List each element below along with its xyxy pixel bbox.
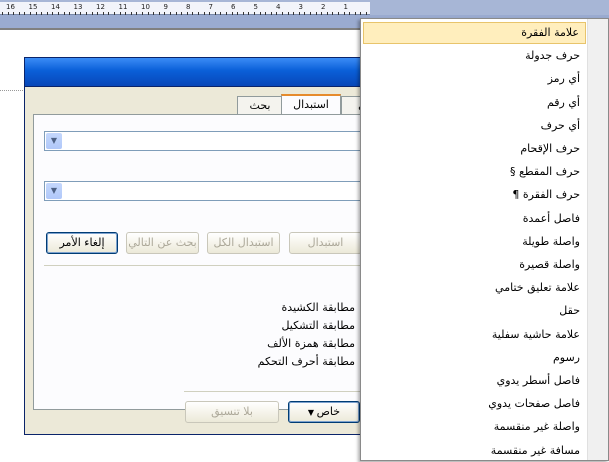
find-next-button[interactable]: بحث عن التالي — [126, 232, 199, 254]
options-separator — [44, 265, 374, 266]
menu-item[interactable]: أي رمز — [363, 68, 586, 90]
menu-item[interactable]: رسوم — [363, 347, 586, 369]
ruler-number: 8 — [186, 3, 191, 11]
menu-item[interactable]: حرف جدولة — [363, 45, 586, 67]
ruler-strip: 16 15 14 13 12 11 10 9 8 7 6 5 4 3 2 1 — [0, 2, 370, 15]
replace-button[interactable]: استبدال — [289, 232, 362, 254]
dialog-titlebar[interactable] — [25, 58, 383, 87]
menu-item[interactable]: فاصل أسطر يدوي — [363, 370, 586, 392]
ruler-number: 12 — [96, 3, 105, 11]
no-formatting-button[interactable]: بلا تنسيق — [185, 401, 279, 423]
menu-item[interactable]: أي رقم — [363, 92, 586, 114]
menu-item[interactable]: § حرف المقطع — [363, 161, 586, 183]
checkbox-label: مطابقة أحرف التحكم — [257, 354, 355, 368]
match-control-chars-checkbox[interactable]: مطابقة أحرف التحكم — [258, 353, 374, 369]
menu-item[interactable]: واصلة قصيرة — [363, 254, 586, 276]
match-alef-hamza-checkbox[interactable]: مطابقة همزة الألف — [267, 335, 374, 351]
replace-all-button[interactable]: استبدال الكل — [207, 232, 280, 254]
ruler-number: 5 — [253, 3, 258, 11]
find-replace-dialog: بحث استبدال الانتقال إلى ▼ ▼ إلغاء الأمر… — [24, 57, 427, 435]
checkbox-label: مطابقة التشكيل — [281, 318, 355, 332]
ruler-number: 15 — [28, 3, 38, 11]
menu-item[interactable]: واصلة طويلة — [363, 231, 586, 253]
chevron-down-icon: ▼ — [307, 408, 317, 417]
ruler-number: 4 — [276, 3, 281, 11]
replace-tab-panel: ▼ ▼ إلغاء الأمر بحث عن التالي استبدال ال… — [33, 114, 385, 410]
menu-item[interactable]: واصلة غير منقسمة — [363, 416, 586, 438]
menu-item[interactable]: علامة الفقرة — [363, 22, 586, 44]
menu-item[interactable]: فاصل أعمدة — [363, 208, 586, 230]
format-separator — [184, 391, 364, 392]
chevron-down-icon[interactable]: ▼ — [46, 183, 62, 199]
tab-replace[interactable]: استبدال — [281, 94, 341, 115]
menu-item[interactable]: حقل — [363, 300, 586, 322]
ruler-number: 13 — [73, 3, 83, 11]
ruler-number: 7 — [208, 3, 213, 11]
menu-item[interactable]: علامة تعليق ختامي — [363, 277, 586, 299]
ruler-number: 16 — [6, 3, 15, 11]
tab-find[interactable]: بحث — [237, 96, 283, 114]
chevron-down-icon[interactable]: ▼ — [46, 133, 62, 149]
menu-item[interactable]: أي حرف — [363, 115, 586, 137]
menu-item[interactable]: مسافة غير منقسمة — [363, 440, 586, 462]
cancel-button[interactable]: إلغاء الأمر — [46, 232, 118, 254]
special-button[interactable]: ▼ خاص — [288, 401, 360, 423]
checkbox-label: مطابقة الكشيدة — [281, 300, 355, 314]
ruler-number: 6 — [231, 3, 236, 11]
find-what-combobox[interactable]: ▼ — [44, 131, 374, 151]
checkbox-label: مطابقة همزة الألف — [267, 336, 355, 350]
special-characters-menu: علامة الفقرة حرف جدولة أي رمز أي رقم أي حرف ح… — [360, 18, 609, 461]
ruler-number: 2 — [321, 3, 326, 11]
replace-with-combobox[interactable]: ▼ — [44, 181, 374, 201]
menu-item[interactable]: حرف الإقحام — [363, 138, 586, 160]
ruler-number: 1 — [343, 3, 348, 11]
ruler-number: 9 — [163, 3, 168, 11]
menu-item[interactable]: ¶ حرف الفقرة — [363, 184, 586, 206]
special-button-label: خاص — [316, 405, 341, 418]
ruler-number: 14 — [51, 3, 60, 11]
menu-item[interactable]: فاصل صفحات يدوي — [363, 393, 586, 415]
ruler-number: 10 — [141, 3, 150, 11]
menu-item[interactable]: علامة حاشية سفلية — [363, 324, 586, 346]
ruler-number: 11 — [118, 3, 128, 11]
ruler-number: 3 — [298, 3, 303, 11]
menu-scrollbar[interactable] — [587, 19, 608, 460]
